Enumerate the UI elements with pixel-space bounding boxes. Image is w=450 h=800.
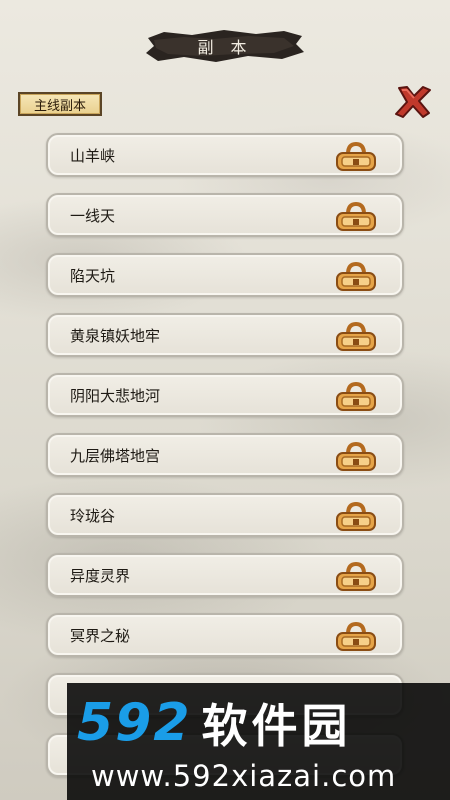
- dungeon-name: 一线天: [70, 206, 116, 225]
- lock-icon: [336, 502, 376, 531]
- dungeon-row[interactable]: 山羊峡: [46, 133, 404, 177]
- dungeon-name: 山羊峡: [70, 146, 116, 165]
- close-x-icon: [395, 86, 431, 118]
- site-watermark: 592 软件园 www.592xiazai.com: [67, 683, 450, 800]
- page-title: 副 本: [197, 38, 253, 57]
- lock-icon: [336, 382, 376, 411]
- dungeon-name: 玲珑谷: [70, 506, 116, 525]
- dungeon-name: 冥界之秘: [70, 626, 131, 645]
- watermark-logo: 592 软件园: [77, 693, 442, 753]
- dungeon-row[interactable]: 黄泉镇妖地牢: [46, 313, 404, 357]
- dungeon-name: 阴阳大悲地河: [70, 386, 161, 405]
- title-banner: 副 本: [144, 26, 306, 66]
- dungeon-row[interactable]: 一线天: [46, 193, 404, 237]
- lock-icon: [336, 442, 376, 471]
- dungeon-row[interactable]: 九层佛塔地宫: [46, 433, 404, 477]
- dungeon-name: 九层佛塔地宫: [70, 446, 161, 465]
- close-button[interactable]: [393, 84, 433, 120]
- dungeon-row[interactable]: 异度灵界: [46, 553, 404, 597]
- dungeon-row[interactable]: 玲珑谷: [46, 493, 404, 537]
- dungeon-name: 黄泉镇妖地牢: [70, 326, 161, 345]
- lock-icon: [336, 562, 376, 591]
- tab-main-dungeons[interactable]: 主线副本: [18, 92, 102, 116]
- watermark-url: www.592xiazai.com: [91, 759, 397, 793]
- dungeon-row[interactable]: 冥界之秘: [46, 613, 404, 657]
- dungeon-row[interactable]: 陷天坑: [46, 253, 404, 297]
- dungeon-name: 陷天坑: [70, 266, 116, 285]
- dungeon-name: 异度灵界: [70, 566, 131, 585]
- lock-icon: [336, 142, 376, 171]
- watermark-logo-text: 软件园: [201, 699, 352, 753]
- lock-icon: [336, 322, 376, 351]
- lock-icon: [336, 262, 376, 291]
- lock-icon: [336, 622, 376, 651]
- dungeon-row[interactable]: 阴阳大悲地河: [46, 373, 404, 417]
- lock-icon: [336, 202, 376, 231]
- watermark-logo-number: 592: [77, 693, 192, 753]
